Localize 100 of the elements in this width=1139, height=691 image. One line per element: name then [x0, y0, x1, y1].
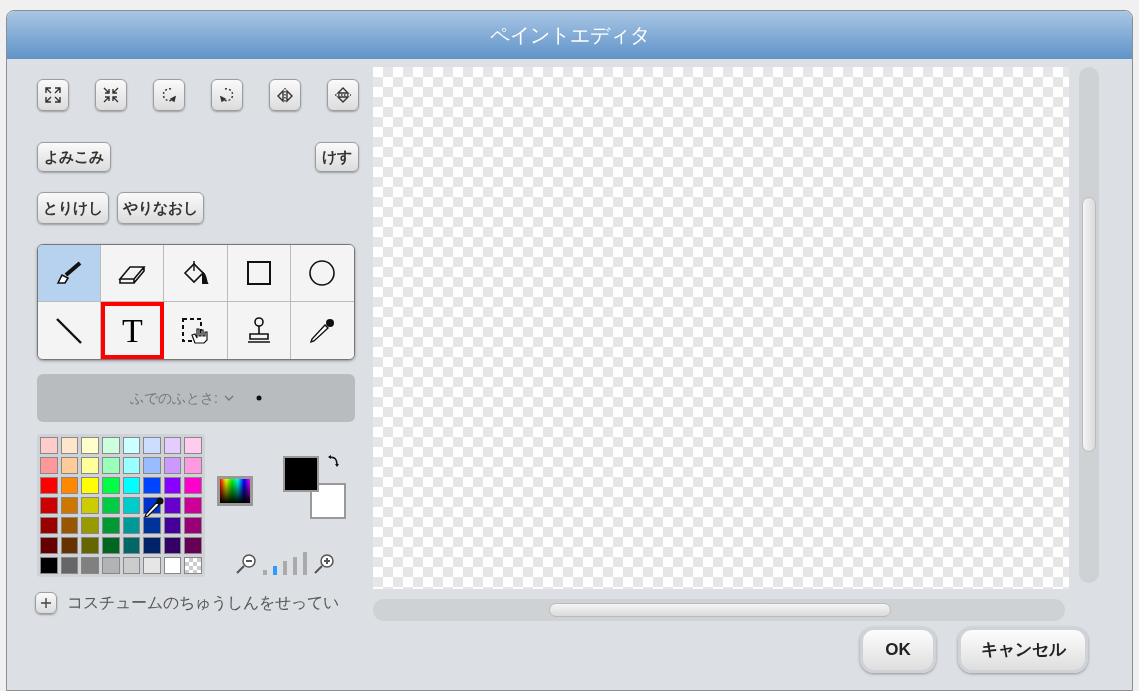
color-swatch[interactable]: [81, 537, 99, 554]
color-swatch[interactable]: [60, 457, 79, 474]
window-title: ペイントエディタ: [489, 23, 650, 48]
color-swatch[interactable]: [163, 557, 182, 574]
text-tool-glyph: T: [121, 313, 143, 348]
vertical-scrollbar[interactable]: [1079, 67, 1099, 583]
color-swatch[interactable]: [81, 457, 99, 474]
cancel-button[interactable]: キャンセル: [958, 627, 1088, 673]
color-swatch[interactable]: [184, 457, 202, 474]
color-swatch[interactable]: [163, 517, 182, 534]
color-swatch[interactable]: [143, 437, 161, 454]
color-swatch[interactable]: [40, 497, 58, 514]
color-swatch[interactable]: [163, 457, 182, 474]
foreground-color[interactable]: [283, 456, 319, 492]
color-swatch[interactable]: [81, 557, 99, 574]
color-swatch[interactable]: [40, 557, 58, 574]
zoom-level-bar[interactable]: [293, 556, 297, 575]
transform-button[interactable]: [269, 79, 301, 111]
color-swatch[interactable]: [60, 437, 79, 454]
transform-button[interactable]: [211, 79, 243, 111]
color-swatch[interactable]: [101, 517, 120, 534]
color-swatch[interactable]: [101, 497, 120, 514]
scrollbar-thumb[interactable]: [549, 603, 891, 617]
transform-button[interactable]: [95, 79, 127, 111]
ok-button[interactable]: OK: [860, 627, 936, 673]
shrink-icon: [101, 85, 121, 105]
background-color[interactable]: [310, 483, 346, 519]
tool-button[interactable]: [38, 245, 102, 302]
tool-button[interactable]: [164, 302, 228, 359]
color-swatch[interactable]: [143, 457, 161, 474]
transparent-swatch[interactable]: [184, 557, 202, 574]
color-swatch[interactable]: [101, 477, 120, 494]
center-set-button[interactable]: [35, 592, 57, 614]
color-swatch[interactable]: [184, 437, 202, 454]
color-swatch[interactable]: [122, 517, 141, 534]
color-swatch[interactable]: [81, 437, 99, 454]
color-swatch[interactable]: [163, 537, 182, 554]
color-swatch[interactable]: [60, 477, 79, 494]
color-swatch[interactable]: [101, 537, 120, 554]
color-swatch[interactable]: [81, 517, 99, 534]
color-swatch[interactable]: [184, 497, 202, 514]
brush-size-label: ふでのふとさ:: [130, 388, 218, 408]
color-spectrum-button[interactable]: [217, 476, 253, 506]
color-swatch[interactable]: [60, 497, 79, 514]
tool-button[interactable]: [227, 302, 291, 359]
transform-button[interactable]: [37, 79, 69, 111]
color-swatch[interactable]: [143, 477, 161, 494]
zoom-level-bar[interactable]: [273, 565, 277, 575]
color-swatch[interactable]: [143, 537, 161, 554]
color-swatch[interactable]: [101, 437, 120, 454]
plus-icon: [40, 597, 52, 609]
redo-button[interactable]: やりなおし: [117, 192, 204, 224]
zoom-in-icon: [313, 553, 335, 575]
color-swatch[interactable]: [122, 557, 141, 574]
tool-button[interactable]: [290, 245, 354, 302]
color-swatch[interactable]: [40, 477, 58, 494]
flip-horizontal-icon: [275, 85, 295, 105]
color-swatch[interactable]: [122, 457, 141, 474]
color-swatch[interactable]: [122, 537, 141, 554]
color-swatch[interactable]: [184, 477, 202, 494]
scrollbar-thumb[interactable]: [1082, 197, 1096, 452]
color-swatch[interactable]: [163, 477, 182, 494]
undo-button[interactable]: とりけし: [37, 192, 109, 224]
clear-button[interactable]: けす: [315, 142, 359, 172]
eyedropper-cursor-icon: [143, 496, 165, 518]
tool-button[interactable]: [227, 245, 291, 302]
color-swatch[interactable]: [60, 537, 79, 554]
brush-size-dot-icon: [255, 395, 262, 401]
tool-button[interactable]: [101, 245, 165, 302]
tool-button[interactable]: [290, 302, 354, 359]
load-button[interactable]: よみこみ: [37, 142, 111, 172]
color-swatch[interactable]: [122, 437, 141, 454]
color-swatch[interactable]: [40, 457, 58, 474]
color-swatch[interactable]: [81, 477, 99, 494]
color-swatch[interactable]: [60, 517, 79, 534]
color-swatch[interactable]: [163, 437, 182, 454]
flip-vertical-icon: [333, 85, 353, 105]
tool-button[interactable]: T: [101, 302, 165, 359]
color-swatch[interactable]: [81, 497, 99, 514]
color-swatch[interactable]: [40, 437, 58, 454]
dropdown-caret-icon: [223, 394, 234, 402]
zoom-out-icon: [235, 553, 257, 575]
color-swatch[interactable]: [122, 477, 141, 494]
color-swatch[interactable]: [143, 557, 161, 574]
expand-icon: [43, 85, 63, 105]
horizontal-scrollbar[interactable]: [373, 599, 1065, 621]
center-set-label: コスチュームのちゅうしんをせってい: [67, 593, 339, 613]
color-swatch[interactable]: [122, 497, 141, 514]
color-swatch[interactable]: [143, 517, 161, 534]
color-swatch[interactable]: [40, 537, 58, 554]
color-swatch[interactable]: [60, 557, 79, 574]
tool-button[interactable]: [164, 245, 228, 302]
color-swatch[interactable]: [184, 517, 202, 534]
color-swatch[interactable]: [40, 517, 58, 534]
color-swatch[interactable]: [101, 457, 120, 474]
transform-button[interactable]: [327, 79, 359, 111]
transform-button[interactable]: [153, 79, 185, 111]
color-swatch[interactable]: [163, 497, 182, 514]
color-swatch[interactable]: [101, 557, 120, 574]
color-swatch[interactable]: [184, 537, 202, 554]
